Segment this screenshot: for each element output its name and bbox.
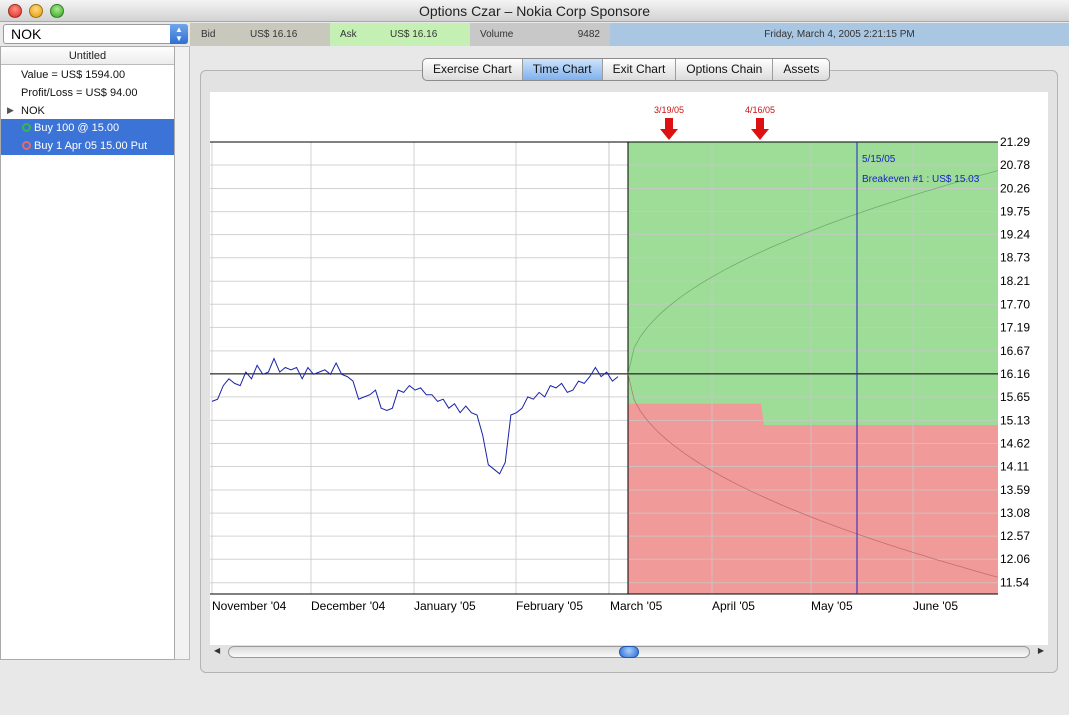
green-circle-icon [22, 123, 31, 132]
y-tick-label: 20.78 [1000, 158, 1030, 172]
x-tick-label: June '05 [913, 599, 958, 613]
y-tick-label: 19.24 [1000, 228, 1030, 242]
event-arrow-icon [751, 118, 769, 140]
y-tick-label: 16.16 [1000, 367, 1030, 381]
disclosure-triangle-icon[interactable]: ▶ [7, 105, 14, 116]
volume-value-cell: 9482 [540, 23, 610, 46]
x-tick-label: January '05 [414, 599, 476, 613]
title-bar: Options Czar – Nokia Corp Sponsore [0, 0, 1069, 22]
y-tick-label: 13.59 [1000, 483, 1030, 497]
x-tick-label: December '04 [311, 599, 386, 613]
volume-value: 9482 [577, 29, 600, 40]
event-arrow-icon [660, 118, 678, 140]
y-tick-label: 17.70 [1000, 297, 1030, 311]
ask-label-cell: Ask [330, 23, 382, 46]
chart-tabs: Exercise Chart Time Chart Exit Chart Opt… [422, 58, 831, 81]
red-circle-icon [22, 141, 31, 150]
y-tick-label: 18.73 [1000, 251, 1030, 265]
tab-exit-chart[interactable]: Exit Chart [603, 59, 677, 80]
tab-exercise-chart[interactable]: Exercise Chart [423, 59, 523, 80]
x-tick-label: April '05 [712, 599, 755, 613]
sidebar-item-symbol[interactable]: ▶ NOK [1, 102, 174, 120]
position-row[interactable]: Buy 1 Apr 05 15.00 Put [1, 137, 174, 155]
tab-assets[interactable]: Assets [773, 59, 829, 80]
ask-value: US$ 16.16 [390, 29, 438, 40]
breakeven-price-label: Breakeven #1 : US$ 15.03 [862, 174, 980, 185]
x-tick-label: November '04 [212, 599, 287, 613]
ask-label: Ask [340, 29, 357, 40]
y-tick-label: 18.21 [1000, 274, 1030, 288]
price-history-line [211, 357, 619, 475]
sidebar-scrollbar[interactable] [175, 46, 190, 660]
volume-label: Volume [480, 29, 514, 40]
volume-label-cell: Volume [470, 23, 540, 46]
portfolio-value[interactable]: Value = US$ 1594.00 [1, 66, 174, 84]
position-row[interactable]: Buy 100 @ 15.00 [1, 119, 174, 137]
bid-value-cell: US$ 16.16 [242, 23, 330, 46]
y-tick-label: 14.11 [1000, 460, 1029, 474]
sidebar-header[interactable]: Untitled [1, 47, 174, 65]
x-tick-label: February '05 [516, 599, 583, 613]
scroll-right-arrow-icon[interactable]: ▶ [1038, 646, 1044, 655]
y-tick-label: 12.57 [1000, 529, 1030, 543]
portfolio-profit-loss[interactable]: Profit/Loss = US$ 94.00 [1, 84, 174, 102]
chart-horizontal-scrollbar[interactable]: ◀ ▶ [210, 645, 1048, 660]
bid-value: US$ 16.16 [250, 29, 298, 40]
ask-value-cell: US$ 16.16 [382, 23, 470, 46]
y-tick-label: 14.62 [1000, 436, 1030, 450]
ticker-value: NOK [11, 26, 42, 42]
quote-datetime: Friday, March 4, 2005 2:21:15 PM [764, 29, 915, 40]
datetime-cell: Friday, March 4, 2005 2:21:15 PM [610, 23, 1069, 46]
y-tick-label: 21.29 [1000, 135, 1030, 149]
loss-region [628, 403, 998, 594]
symbol-label: NOK [21, 105, 45, 117]
position-label: Buy 100 @ 15.00 [34, 122, 120, 134]
x-tick-label: May '05 [811, 599, 853, 613]
bid-label-cell: Bid [190, 23, 242, 46]
y-tick-label: 15.13 [1000, 413, 1030, 427]
scroll-thumb[interactable] [619, 646, 639, 658]
window-title: Options Czar – Nokia Corp Sponsore [418, 3, 651, 19]
position-label: Buy 1 Apr 05 15.00 Put [34, 140, 148, 152]
event-date-label: 3/19/05 [654, 105, 684, 115]
y-tick-label: 19.75 [1000, 205, 1030, 219]
y-tick-label: 11.54 [1000, 576, 1029, 590]
time-chart: 21.29 20.78 20.26 19.75 19.24 18.73 18.21 17.70… [210, 92, 1048, 645]
y-tick-label: 16.67 [1000, 344, 1030, 358]
bid-label: Bid [201, 29, 216, 40]
y-tick-label: 15.65 [1000, 390, 1030, 404]
tab-options-chain[interactable]: Options Chain [676, 59, 774, 80]
y-tick-label: 13.08 [1000, 506, 1030, 520]
event-date-label: 4/16/05 [745, 105, 775, 115]
tab-time-chart[interactable]: Time Chart [522, 59, 603, 80]
scroll-left-arrow-icon[interactable]: ◀ [214, 646, 220, 655]
x-tick-label: March '05 [610, 599, 663, 613]
y-tick-label: 17.19 [1000, 320, 1030, 334]
y-tick-label: 12.06 [1000, 552, 1030, 566]
breakeven-date-label: 5/15/05 [862, 154, 896, 165]
ticker-select[interactable]: NOK ▲ ▼ [3, 24, 188, 44]
updown-arrows-icon: ▲ ▼ [170, 24, 188, 44]
y-tick-label: 20.26 [1000, 182, 1030, 196]
time-chart-svg: 21.29 20.78 20.26 19.75 19.24 18.73 18.21 17.70… [210, 105, 1030, 613]
portfolio-sidebar: Untitled Value = US$ 1594.00 Profit/Loss… [0, 46, 175, 660]
